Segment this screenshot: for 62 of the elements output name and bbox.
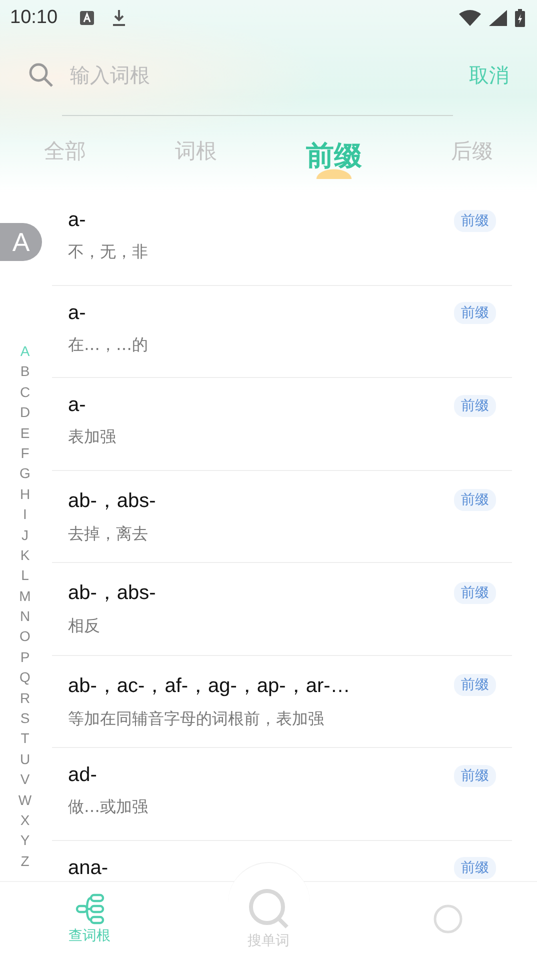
entry-term[interactable]: ab-，ac-，af-，ag-，ap-，ar-…	[68, 672, 350, 698]
index-letter[interactable]: W	[18, 790, 32, 810]
index-letter[interactable]: Z	[20, 850, 30, 872]
entry-term[interactable]: a-	[68, 209, 86, 232]
index-letter[interactable]: V	[20, 769, 30, 790]
index-letter[interactable]: K	[20, 544, 30, 566]
entry-tag: 前缀	[454, 674, 496, 696]
index-letter[interactable]: G	[20, 463, 30, 484]
index-letter[interactable]: L	[21, 565, 29, 586]
index-letter[interactable]: M	[19, 586, 31, 606]
entry-tag: 前缀	[454, 210, 496, 232]
entry-tag: 前缀	[454, 582, 496, 604]
entry-term[interactable]: ad-	[68, 764, 97, 787]
index-letter[interactable]: R	[20, 688, 30, 708]
tree-icon	[74, 893, 104, 925]
index-letter[interactable]: H	[20, 484, 30, 504]
signal-icon	[489, 10, 507, 26]
index-letter[interactable]: P	[20, 646, 30, 668]
entry-meaning: 不，无，非	[68, 242, 149, 263]
search-icon	[248, 888, 290, 930]
wifi-icon	[459, 10, 481, 26]
index-letter[interactable]: J	[22, 524, 28, 545]
index-letter[interactable]: F	[20, 442, 30, 464]
entry-tag: 前缀	[454, 302, 496, 324]
index-letter[interactable]: E	[20, 422, 30, 443]
notification-icon	[80, 11, 94, 25]
index-letter[interactable]: C	[20, 382, 30, 402]
entry-term[interactable]: ab-，abs-	[68, 486, 156, 514]
entry-term[interactable]: ab-，abs-	[68, 579, 156, 606]
index-letter[interactable]: A	[20, 341, 30, 362]
index-letter[interactable]: D	[20, 402, 30, 423]
index-letter[interactable]: Y	[20, 830, 30, 851]
index-letter[interactable]: N	[20, 606, 30, 626]
index-letter[interactable]: S	[20, 708, 30, 728]
status-time: 10:10	[10, 7, 58, 29]
entry-tag: 前缀	[454, 394, 496, 416]
entry-meaning: 等加在同辅音字母的词根前，表加强	[68, 708, 325, 730]
index-letter[interactable]: X	[20, 810, 30, 830]
entry-meaning: 去掉，离去	[68, 524, 149, 544]
download-icon	[112, 10, 126, 26]
entry-tag: 前缀	[454, 764, 496, 786]
index-letter[interactable]: I	[23, 504, 27, 525]
index-letter[interactable]: Q	[20, 667, 30, 688]
index-letter[interactable]: O	[20, 626, 30, 647]
entry-tag: 前缀	[454, 857, 496, 879]
profile-icon[interactable]	[432, 904, 462, 934]
nav-tab[interactable]: 查词根	[0, 882, 179, 956]
search-icon	[28, 62, 54, 88]
search-field[interactable]: 输入词根	[68, 62, 469, 88]
entry-meaning: 表加强	[68, 427, 117, 448]
battery-icon	[515, 9, 525, 27]
index-letter[interactable]: T	[20, 728, 30, 749]
entry-term[interactable]: a-	[68, 302, 86, 324]
entry-meaning: 相反	[68, 616, 101, 637]
index-bubble: A	[0, 223, 42, 261]
entry-meaning: 做…或加强	[68, 797, 149, 818]
entry-term[interactable]: ana-	[68, 856, 108, 880]
entry-meaning: 在…，…的	[68, 334, 149, 356]
entry-term[interactable]: a-	[68, 394, 86, 417]
index-letter[interactable]: B	[20, 361, 30, 382]
index-letter[interactable]: U	[20, 748, 30, 770]
entry-tag: 前缀	[454, 489, 496, 511]
